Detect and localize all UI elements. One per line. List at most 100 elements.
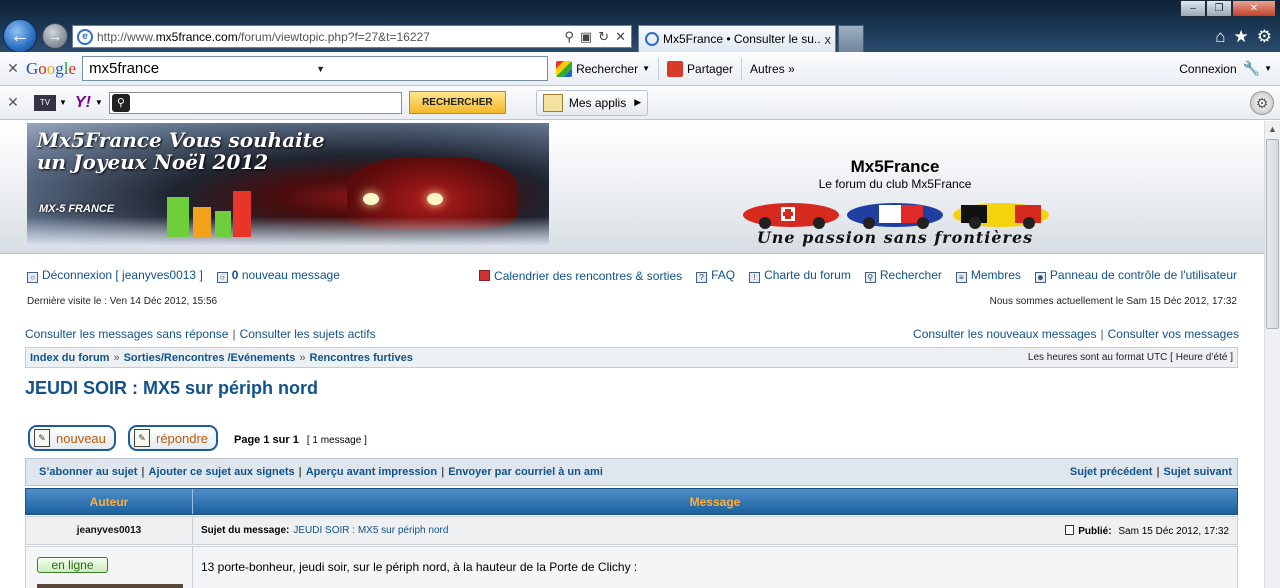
flag-cars-logo: Une passion sans frontières	[739, 199, 1051, 247]
post-date: Publié: Sam 15 Déc 2012, 17:32	[1065, 524, 1237, 537]
calendar-link[interactable]: Calendrier des rencontres & sorties	[479, 269, 682, 283]
quick-links: Consulter les messages sans réponse | Cons…	[25, 327, 1239, 341]
charter-link[interactable]: ! Charte du forum	[749, 268, 851, 283]
share-icon	[667, 60, 684, 77]
tab-close-icon[interactable]: x	[821, 32, 836, 47]
faq-icon: ?	[696, 272, 708, 283]
yahoo-search-input[interactable]: ⚲	[108, 91, 402, 114]
more-button[interactable]: Autres »	[742, 62, 803, 76]
topic-title[interactable]: JEUDI SOIR : MX5 sur périph nord	[25, 378, 318, 399]
google-logo: Google	[26, 58, 77, 78]
forward-arrow-icon: →	[48, 28, 62, 44]
yahoo-search-button[interactable]: RECHERCHER	[408, 91, 506, 114]
logout-icon: ○	[27, 272, 38, 283]
bookmark-link[interactable]: Ajouter ce sujet aux signets	[149, 466, 295, 478]
stop-icon[interactable]: ✕	[615, 29, 626, 45]
scroll-up-icon[interactable]: ▲	[1265, 121, 1280, 137]
forward-button[interactable]: →	[42, 23, 68, 49]
google-g-icon	[556, 60, 573, 77]
breadcrumb-item-index[interactable]: Index du forum	[30, 352, 109, 364]
last-visit: Dernière visite le : Ven 14 Déc 2012, 15…	[27, 296, 218, 307]
christmas-banner[interactable]: Mx5France Vous souhaite un Joyeux Noël 2…	[27, 123, 549, 247]
posts-table-header: Auteur Message	[25, 488, 1238, 515]
new-posts-link[interactable]: Consulter les nouveaux messages	[913, 327, 1096, 341]
my-apps-button[interactable]: Mes applis ▶	[535, 89, 649, 116]
new-message-link[interactable]: ○ 0 nouveau message	[216, 268, 340, 283]
post-author[interactable]: jeanyves0013	[26, 517, 193, 544]
gift-boxes	[167, 185, 257, 237]
search-icon[interactable]: ⚲	[564, 29, 574, 45]
user-icon: ☻	[1034, 272, 1046, 283]
unanswered-link[interactable]: Consulter les messages sans réponse	[25, 327, 228, 341]
timezone-info: Les heures sont au format UTC [ Heure d’…	[1027, 352, 1233, 363]
tab-mx5france[interactable]: Mx5France • Consulter le su... x	[638, 25, 836, 52]
back-button[interactable]: ←	[3, 19, 37, 53]
tv-icon[interactable]: TV	[34, 94, 56, 111]
chevron-down-icon: ▼	[1264, 64, 1272, 73]
google-search-input[interactable]: mx5france ▼	[82, 56, 549, 81]
email-link[interactable]: Envoyer par courriel à un ami	[448, 466, 603, 478]
your-posts-link[interactable]: Consulter vos messages	[1108, 327, 1239, 341]
headlight	[427, 193, 443, 205]
home-icon[interactable]: ⌂	[1215, 27, 1225, 47]
yahoo-toolbar: ✕ TV ▼ Y! ▼ ⚲ RECHERCHER Mes applis ▶ ⚙	[0, 86, 1280, 120]
chevron-down-icon: ▼	[642, 64, 651, 73]
google-toolbar: ✕ Google mx5france ▼ Rechercher ▼ Partag…	[0, 52, 1280, 86]
reply-button[interactable]: ✎ répondre	[128, 425, 219, 451]
settings-gear-icon[interactable]: ⚙	[1250, 90, 1274, 115]
visit-info: Dernière visite le : Ven 14 Déc 2012, 15…	[27, 296, 1237, 307]
vertical-scrollbar[interactable]: ▲	[1264, 121, 1280, 588]
forum-header: Mx5France Vous souhaite un Joyeux Noël 2…	[0, 121, 1264, 254]
subscribe-link[interactable]: S’abonner au sujet	[39, 466, 137, 478]
column-message: Message	[689, 494, 741, 509]
document-icon: ✎	[34, 429, 50, 447]
close-toolbar-icon[interactable]: ✕	[0, 60, 26, 77]
share-button[interactable]: Partager	[659, 60, 741, 77]
minimize-button[interactable]: –	[1180, 0, 1206, 17]
search-icon: ⚲	[864, 272, 876, 283]
chevron-down-icon[interactable]: ▼	[95, 98, 103, 107]
faq-link[interactable]: ? FAQ	[696, 268, 735, 283]
yahoo-logo[interactable]: Y!	[75, 94, 91, 112]
google-search-button[interactable]: Rechercher ▼	[548, 60, 658, 77]
address-bar[interactable]: e http://www.mx5france.com/forum/viewtop…	[72, 25, 632, 48]
document-icon: ✎	[134, 429, 150, 447]
previous-topic-link[interactable]: Sujet précédent	[1070, 466, 1153, 478]
new-topic-button[interactable]: ✎ nouveau	[28, 425, 116, 451]
search-link[interactable]: ⚲ Rechercher	[864, 268, 942, 283]
control-panel-link[interactable]: ☻ Panneau de contrôle de l'utilisateur	[1034, 268, 1237, 283]
close-window-button[interactable]: ✕	[1232, 0, 1276, 17]
post-subject-link[interactable]: JEUDI SOIR : MX5 sur périph nord	[293, 525, 448, 536]
members-link[interactable]: ≡ Membres	[955, 268, 1021, 283]
favorites-star-icon[interactable]: ★	[1234, 27, 1249, 47]
cars-illustration	[743, 203, 1049, 229]
logout-link[interactable]: ○ Déconnexion [ jeanyves0013 ]	[27, 268, 203, 283]
chevron-down-icon[interactable]: ▼	[59, 98, 67, 107]
post-content: 13 porte-bonheur, jeudi soir, sur le pér…	[201, 560, 638, 574]
chevron-down-icon[interactable]: ▼	[316, 64, 547, 74]
magnifier-icon: ⚲	[111, 93, 130, 112]
pagination-info: Page 1 sur 1[ 1 message ]	[234, 434, 367, 446]
online-badge: en ligne	[37, 557, 108, 573]
print-link[interactable]: Aperçu avant impression	[306, 466, 437, 478]
compat-view-icon[interactable]: ▣	[580, 29, 592, 45]
back-arrow-icon: ←	[10, 24, 30, 47]
new-tab-button[interactable]	[838, 25, 864, 52]
breadcrumb-item-furtive[interactable]: Rencontres furtives	[310, 352, 413, 364]
refresh-icon[interactable]: ↻	[598, 29, 609, 45]
address-url[interactable]: http://www.mx5france.com/forum/viewtopic…	[97, 30, 564, 44]
maximize-button[interactable]: ❐	[1206, 0, 1232, 17]
user-nav: ○ Déconnexion [ jeanyves0013 ] ○ 0 nouveau…	[27, 268, 1237, 284]
active-topics-link[interactable]: Consulter les sujets actifs	[240, 327, 376, 341]
tools-gear-icon[interactable]: ⚙	[1257, 27, 1272, 47]
post-icon[interactable]	[1065, 524, 1075, 535]
breadcrumb-item-events[interactable]: Sorties/Rencontres /Evénements	[124, 352, 296, 364]
charter-icon: !	[749, 272, 761, 283]
scroll-thumb[interactable]	[1266, 139, 1279, 329]
next-topic-link[interactable]: Sujet suivant	[1164, 466, 1232, 478]
mx5-france-logo: MX-5 FRANCE	[39, 203, 115, 215]
connect-button[interactable]: Connexion 🔧 ▼	[1171, 60, 1280, 77]
close-toolbar-icon[interactable]: ✕	[0, 94, 26, 111]
topic-actions-bar: S’abonner au sujet | Ajouter ce sujet aux…	[25, 458, 1238, 486]
tab-title: Mx5France • Consulter le su...	[663, 32, 821, 46]
